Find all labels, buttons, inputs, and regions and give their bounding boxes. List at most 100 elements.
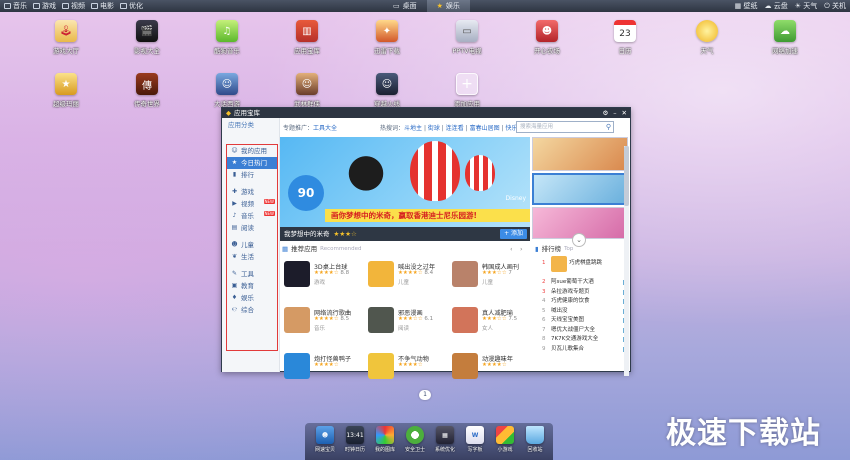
dock-item[interactable]: 安全卫士 <box>403 426 427 453</box>
ranking-item[interactable]: 9 贝瓦儿歌集合 <box>542 345 628 354</box>
ranking-item[interactable]: 4 巧虎健康的饮食 <box>542 297 628 306</box>
sidebar-item-games[interactable]: ✚ 游戏 <box>227 186 277 198</box>
topbar-shutdown[interactable]: ⏻ 关机 <box>824 0 846 12</box>
desktop-icon-download[interactable]: ✦ 迅雷下载 <box>364 20 410 55</box>
ranking-item[interactable]: 7 嗯优大战僵尸大全 <box>542 326 628 335</box>
topbar-weather[interactable]: ☀ 天气 <box>795 0 818 12</box>
topbar-wallpaper[interactable]: ▦ 壁纸 <box>735 0 758 12</box>
close-icon[interactable]: ✕ <box>622 108 627 118</box>
dock-item[interactable]: 13:41 时钟日历 <box>343 426 367 453</box>
desktop-icon-game-5[interactable]: ☺ 穿越火线 <box>364 73 410 108</box>
star-icon: ★ <box>436 2 443 10</box>
banner-thumb[interactable] <box>532 137 628 171</box>
hot-term[interactable]: 连连看 <box>446 125 464 132</box>
gamepad-icon <box>33 3 40 9</box>
sidebar-item-music[interactable]: ♪ 音乐 NEW <box>227 210 277 222</box>
desktop-icon-tv[interactable]: ▭ PPTV电视 <box>444 20 490 55</box>
featured-banner[interactable]: 90 Disney 画你梦想中的米奇，赢取香港迪士尼乐园游! <box>280 137 530 227</box>
sidebar-item-today-hot[interactable]: ★ 今日热门 <box>227 157 277 169</box>
ranking-item[interactable]: 8 7K7K交通游戏大全 <box>542 335 628 344</box>
banner-rating: ★★★☆ <box>333 230 357 238</box>
desktop-icon-calendar[interactable]: 23 日历 <box>602 20 648 55</box>
app-card[interactable]: 不争气动物 ★★★★☆ <box>368 353 450 393</box>
store-toolbar: 专题推广： 工具大全 热搜词：斗地主 | 街球 | 连连看 | 富春山居图 | … <box>280 118 630 136</box>
ranking-item[interactable]: 1 巧虎棋盘跳跳 <box>542 255 628 272</box>
disney-logo: Disney <box>505 195 526 202</box>
topbar-movies[interactable]: 电影 <box>91 0 114 12</box>
banner-title: 我梦想中的米奇 <box>284 230 330 238</box>
banner-add-button[interactable]: + 添加 <box>500 229 527 239</box>
sidebar-item-general[interactable]: ℮ 综合 <box>227 304 277 316</box>
dock-item[interactable]: 我的图库 <box>373 426 397 453</box>
desktop-icon-app-store[interactable]: ▥ 应用宝库 <box>284 20 330 55</box>
farm-icon: ☻ <box>536 20 558 42</box>
topbar-optimize[interactable]: 优化 <box>120 0 143 12</box>
sidebar-item-reading[interactable]: ▤ 阅读 <box>227 222 277 234</box>
cube-icon <box>496 426 514 444</box>
app-card[interactable]: 动漫趣味年 ★★★★☆ <box>452 353 534 393</box>
dock-item[interactable]: ▦ 系统优化 <box>433 426 457 453</box>
desktop-icon-farm[interactable]: ☻ 开心农场 <box>524 20 570 55</box>
topbar-games[interactable]: 游戏 <box>33 0 56 12</box>
sidebar-item-kids[interactable]: ☻ 儿童 <box>227 239 277 251</box>
desktop-icon-game-hall[interactable]: 🕹 游戏大厅 <box>43 20 89 55</box>
topbar-music[interactable]: 音乐 <box>4 0 27 12</box>
desktop-icon-game-2[interactable]: 傳传奇世界 <box>124 73 170 108</box>
dock-item[interactable]: 回收站 <box>523 426 547 453</box>
desktop-icon-network[interactable]: ☁ 网络加速 <box>762 20 808 55</box>
dock-item[interactable]: W 写字板 <box>463 426 487 453</box>
sidebar-item-my-apps[interactable]: ☺ 我的应用 <box>227 145 277 157</box>
hot-term[interactable]: 斗地主 <box>404 125 422 132</box>
scrollbar[interactable] <box>624 146 629 376</box>
promo-link[interactable]: 工具大全 <box>313 123 337 132</box>
desktop-icon-game-3[interactable]: ☺ 大话西游 <box>204 73 250 108</box>
desktop-icon-music[interactable]: ♫ 酷狗音乐 <box>204 20 250 55</box>
ranking-item[interactable]: 3 朵拉游戏专题页 <box>542 288 628 297</box>
sidebar-item-life[interactable]: ❦ 生活 <box>227 251 277 263</box>
next-arrow-icon[interactable]: › <box>520 243 523 255</box>
app-card[interactable]: 炮打怪兽鸭子 ★★★★☆ <box>284 353 366 393</box>
ranking-item[interactable]: 6 天线宝宝美图 <box>542 316 628 325</box>
banner-slogan: 画你梦想中的米奇，赢取香港迪士尼乐园游! <box>325 209 530 222</box>
sidebar-item-entertainment[interactable]: ♦ 娱乐 <box>227 292 277 304</box>
desktop-icon-weather[interactable]: 天气 <box>684 20 730 55</box>
settings-icon[interactable]: ⚙ <box>602 108 608 118</box>
app-card[interactable]: 真人减肥瑜 ★★★☆☆ 7.5 女人 <box>452 307 534 347</box>
ranking-header: ▮ 排行榜 Top <box>535 245 574 253</box>
page-indicator[interactable]: 1 <box>419 390 431 400</box>
app-card[interactable]: 韩国成人画刊 ★★★☆☆ 7 儿童 <box>452 261 534 301</box>
topbar-video[interactable]: 视频 <box>62 0 85 12</box>
desktop-icon-game-4[interactable]: ☺ 武林群侠 <box>284 73 330 108</box>
ranking-item[interactable]: 5 喊出没 <box>542 307 628 316</box>
desktop-icon-video[interactable]: 🎬 影视大全 <box>124 20 170 55</box>
topbar-cloud[interactable]: ☁ 云盘 <box>764 0 787 12</box>
music-note-icon: ♪ <box>232 212 237 219</box>
ranking-item[interactable]: 2 阿sue葡萄干大酒 <box>542 278 628 287</box>
hot-term[interactable]: 富春山居图 <box>470 125 500 132</box>
soldier-icon: ☺ <box>376 73 398 95</box>
window-titlebar[interactable]: ◆ 应用宝库 ⚙ – ✕ <box>222 108 630 118</box>
search-input[interactable]: 搜索海量应用 ⚲ <box>516 121 614 133</box>
hot-term[interactable]: 街球 <box>428 125 440 132</box>
sidebar-item-video[interactable]: ▶ 视频 NEW <box>227 198 277 210</box>
desktop-icon-add-app[interactable]: + 添加应用 <box>444 73 490 108</box>
app-card[interactable]: 网络流行歌曲 ★★★★☆ 8.5 音乐 <box>284 307 366 347</box>
sidebar-item-education[interactable]: ▣ 教育 <box>227 280 277 292</box>
minimize-icon[interactable]: – <box>613 108 616 118</box>
chevron-down-icon[interactable]: ⌄ <box>572 233 586 247</box>
sidebar-item-tools[interactable]: ✎ 工具 <box>227 268 277 280</box>
app-card[interactable]: 邪恶漫画 ★★★☆☆ 6.1 阅读 <box>368 307 450 347</box>
sidebar-item-ranking[interactable]: ▮ 排行 <box>227 169 277 181</box>
scrollbar-thumb[interactable] <box>624 146 629 206</box>
new-badge: NEW <box>263 211 275 216</box>
tab-entertainment[interactable]: ★ 娱乐 <box>426 0 470 12</box>
dock-item[interactable]: 小游戏 <box>493 426 517 453</box>
desktop-icon-game-1[interactable]: ★ 超级玛丽 <box>43 73 89 108</box>
tab-desktop[interactable]: ▭ 桌面 <box>383 0 427 12</box>
search-icon[interactable]: ⚲ <box>606 122 611 132</box>
app-card[interactable]: 喊出没之过年 ★★★★☆ 8.4 儿童 <box>368 261 450 301</box>
app-card[interactable]: 3D桌上台球 ★★★★☆ 8.8 游戏 <box>284 261 366 301</box>
prev-arrow-icon[interactable]: ‹ <box>510 243 513 255</box>
dock-item[interactable]: ☻ 网速宝贝 <box>313 426 337 453</box>
banner-thumb-active[interactable] <box>532 173 628 205</box>
